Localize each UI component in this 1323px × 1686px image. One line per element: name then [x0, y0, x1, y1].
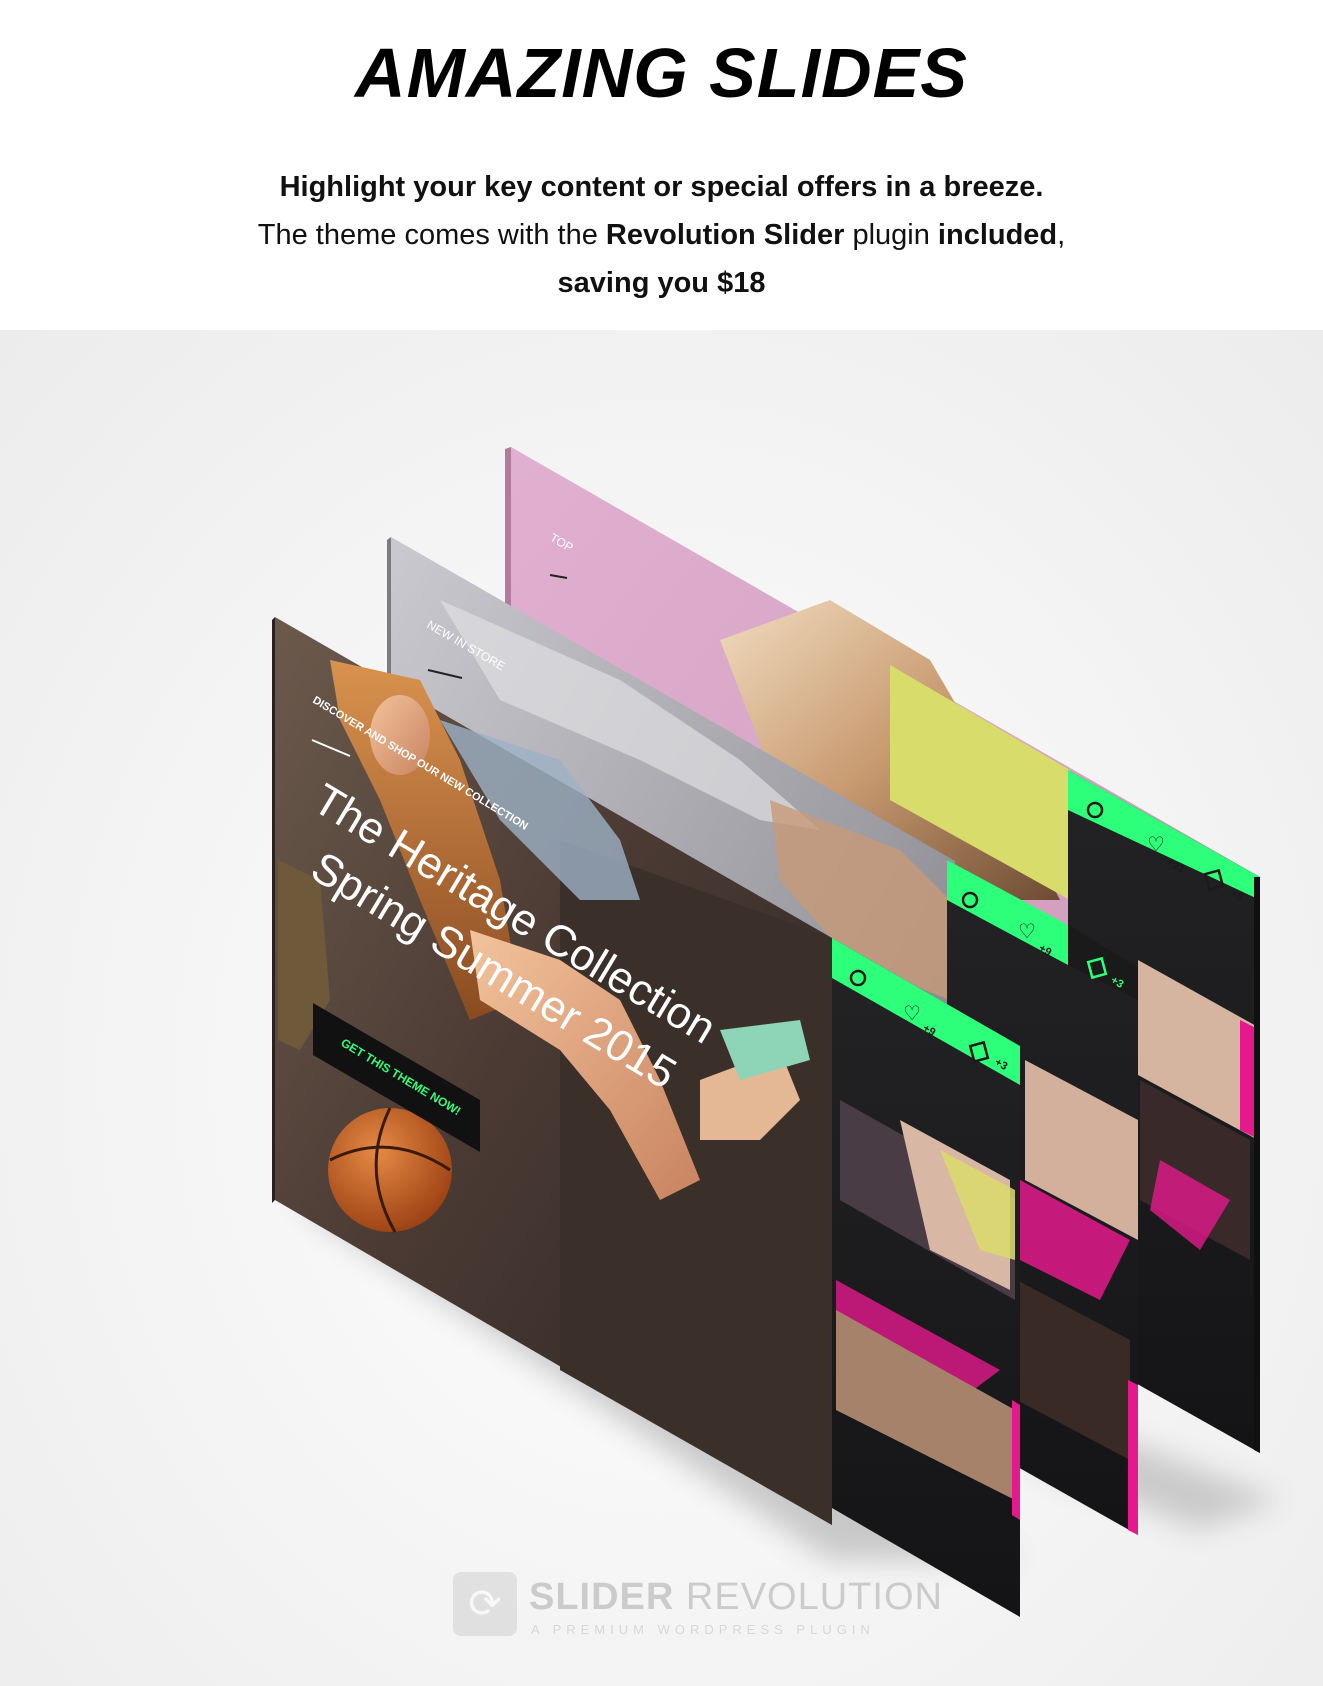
mobile-card-1: ♡ +9 +3	[832, 938, 1020, 1617]
slider-revolution-logo: ⟳ SLIDER REVOLUTION A PREMIUM WORDPRESS …	[453, 1572, 942, 1642]
heart-icon[interactable]: ♡	[903, 1003, 921, 1025]
isometric-slides-illustration: TOP NEW IN STORE ♡ +21 +5 ♡ +9 +3 DISCOV…	[0, 0, 1323, 1686]
refresh-icon: ⟳	[453, 1572, 517, 1636]
heart-icon[interactable]: ♡	[1147, 834, 1165, 856]
heart-icon[interactable]: ♡	[1018, 921, 1036, 943]
